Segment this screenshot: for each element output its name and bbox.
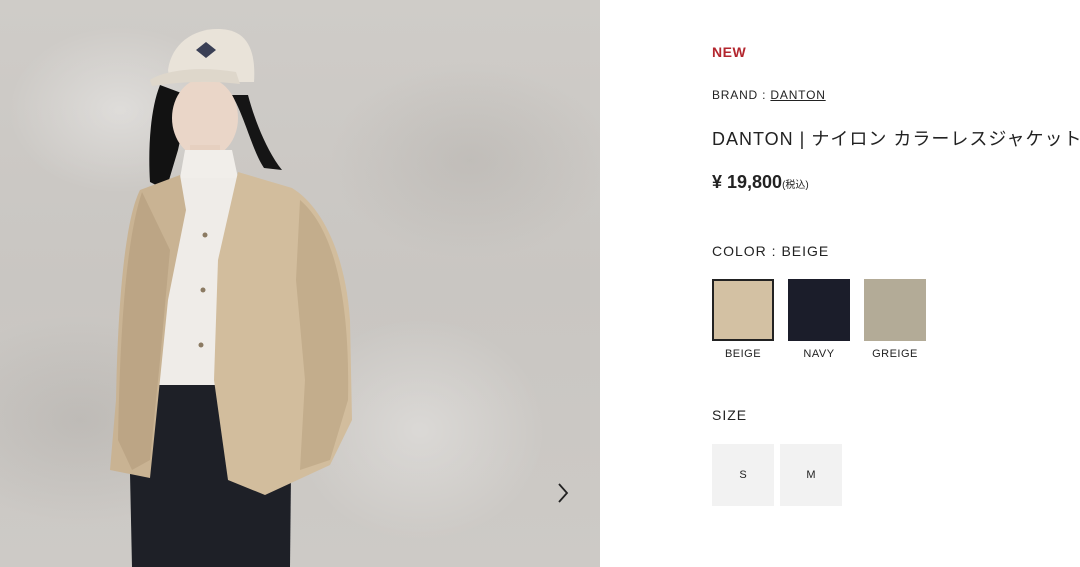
product-price: ¥ 19,800(税込): [712, 172, 809, 193]
swatch-label: NAVY: [803, 348, 835, 360]
product-title: DANTON | ナイロン カラーレスジャケット: [712, 129, 1080, 149]
swatch-chip: [788, 279, 850, 341]
price-tax-note: (税込): [782, 180, 809, 191]
product-image: [0, 0, 600, 567]
swatch-label: BEIGE: [724, 348, 762, 360]
swatch-chip: [864, 279, 926, 341]
brand-link[interactable]: DANTON: [770, 88, 825, 102]
size-option-s[interactable]: S: [712, 444, 774, 506]
color-swatch-beige[interactable]: BEIGE: [712, 279, 788, 360]
color-swatch-navy[interactable]: NAVY: [788, 279, 864, 360]
size-options: S M: [712, 444, 848, 506]
brand-row: BRAND : DANTON: [712, 88, 826, 102]
gallery-next-button[interactable]: [556, 482, 582, 510]
new-badge: NEW: [712, 44, 747, 60]
swatch-label: GREIGE: [872, 348, 918, 360]
model-illustration: [110, 29, 352, 567]
color-swatches: BEIGE NAVY GREIGE: [712, 279, 940, 360]
color-label: COLOR : BEIGE: [712, 243, 830, 259]
chevron-right-icon: [558, 483, 569, 503]
product-info: NEW BRAND : DANTON DANTON | ナイロン カラーレスジャ…: [712, 0, 1080, 567]
swatch-chip: [712, 279, 774, 341]
color-swatch-greige[interactable]: GREIGE: [864, 279, 940, 360]
price-value: ¥ 19,800: [712, 172, 783, 192]
brand-label: BRAND :: [712, 88, 767, 102]
size-option-m[interactable]: M: [780, 444, 842, 506]
size-label: SIZE: [712, 407, 748, 423]
